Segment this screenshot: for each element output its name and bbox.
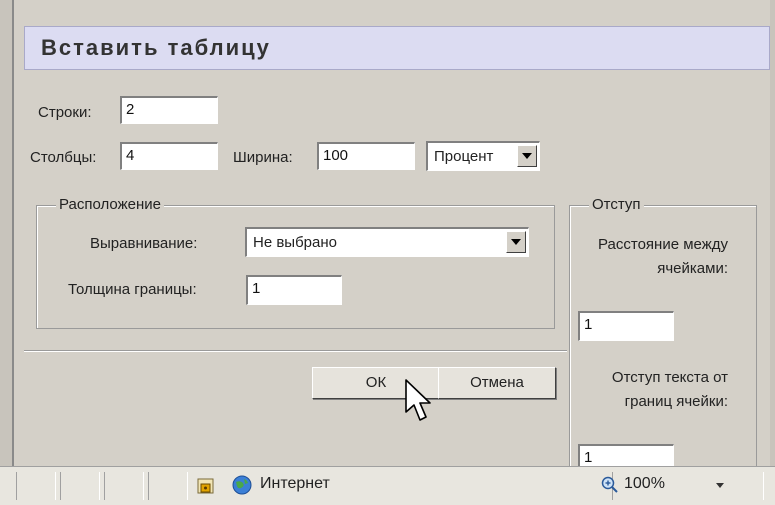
layout-legend: Расположение xyxy=(56,196,164,213)
align-label: Выравнивание: xyxy=(90,235,198,252)
cell-spacing-input[interactable]: 1 xyxy=(578,311,674,341)
layout-fieldset xyxy=(36,205,555,329)
status-segment xyxy=(104,472,144,500)
zoom-magnifier-icon[interactable] xyxy=(600,475,620,495)
insert-table-dialog: Вставить таблицу Строки: 2 Столбцы: 4 Ши… xyxy=(14,0,770,477)
chevron-down-icon[interactable] xyxy=(716,483,724,488)
separator xyxy=(24,350,567,352)
chevron-down-icon[interactable] xyxy=(506,231,526,253)
status-segment xyxy=(60,472,100,500)
status-segment xyxy=(16,472,56,500)
security-zone-label: Интернет xyxy=(260,475,330,492)
width-input[interactable]: 100 xyxy=(317,142,415,170)
border-input[interactable]: 1 xyxy=(246,275,342,305)
width-label: Ширина: xyxy=(233,149,293,166)
window-frame-right xyxy=(770,0,775,470)
cell-spacing-label: Расстояние между ячейками: xyxy=(598,236,728,277)
padding-legend: Отступ xyxy=(589,196,644,213)
columns-input[interactable]: 4 xyxy=(120,142,218,170)
cell-padding-label: Отступ текста от границ ячейки: xyxy=(611,369,728,410)
chevron-down-icon[interactable] xyxy=(517,145,537,167)
border-label: Толщина границы: xyxy=(68,281,197,298)
dialog-title: Вставить таблицу xyxy=(41,35,271,60)
mouse-pointer-icon xyxy=(405,379,431,421)
width-unit-value: Процент xyxy=(434,148,494,165)
align-value: Не выбрано xyxy=(253,234,337,251)
align-select[interactable]: Не выбрано xyxy=(245,227,529,257)
dialog-titlebar: Вставить таблицу xyxy=(24,26,770,70)
globe-icon xyxy=(232,475,252,495)
cancel-button[interactable]: Отмена xyxy=(438,367,556,399)
columns-label: Столбцы: xyxy=(30,149,97,166)
status-segment xyxy=(148,472,188,500)
zoom-level[interactable]: 100% xyxy=(624,475,665,493)
security-lock-icon[interactable] xyxy=(196,475,216,495)
width-unit-select[interactable]: Процент xyxy=(426,141,540,171)
rows-input[interactable]: 2 xyxy=(120,96,218,124)
window-frame-left xyxy=(0,0,14,470)
browser-statusbar: Интернет 100% xyxy=(0,466,775,505)
rows-label: Строки: xyxy=(38,104,92,121)
